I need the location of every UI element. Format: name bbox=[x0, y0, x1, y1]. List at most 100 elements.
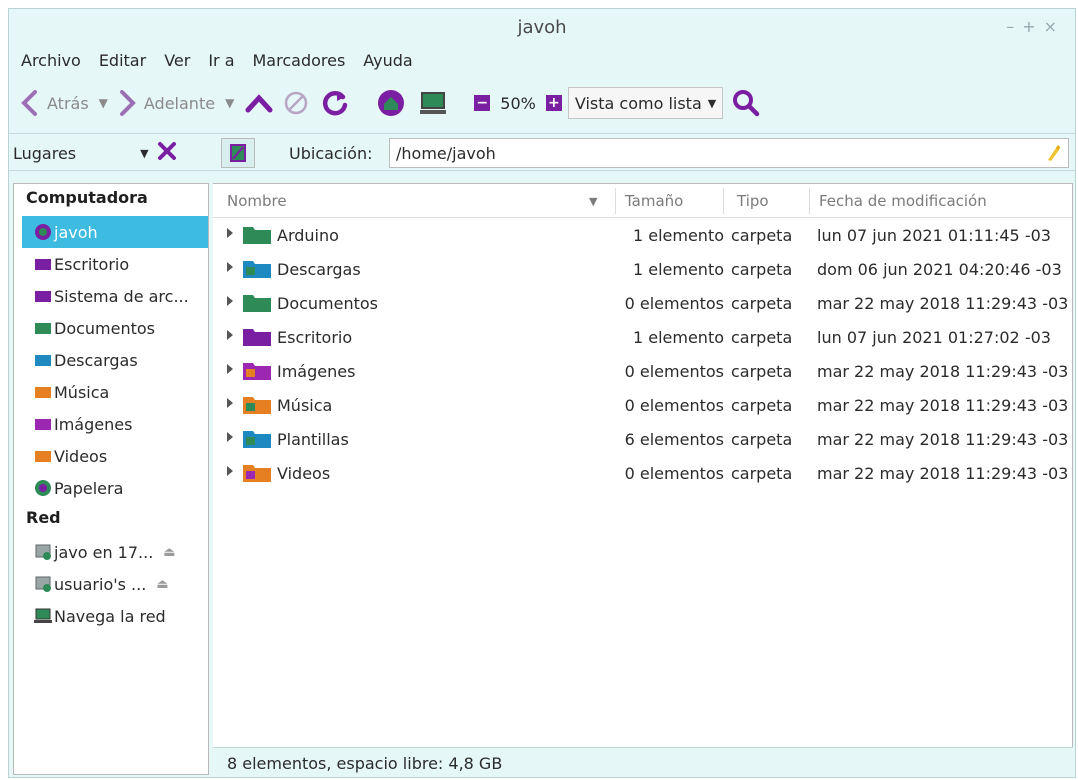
expand-arrow-icon[interactable] bbox=[227, 330, 233, 340]
expand-arrow-icon[interactable] bbox=[227, 398, 233, 408]
sidebar-item-3[interactable]: Documentos bbox=[14, 312, 208, 344]
reload-icon[interactable] bbox=[320, 88, 350, 118]
sidebar-item-label: Imágenes bbox=[54, 414, 133, 434]
expand-arrow-icon[interactable] bbox=[227, 466, 233, 476]
file-date: dom 06 jun 2021 04:20:46 -03 bbox=[817, 260, 1062, 279]
zoom-in-icon[interactable]: + bbox=[545, 95, 562, 111]
folder-icon bbox=[241, 224, 273, 250]
minimize-button[interactable]: – bbox=[1006, 17, 1022, 36]
expand-arrow-icon[interactable] bbox=[227, 228, 233, 238]
table-row[interactable]: Arduino 1 elemento carpeta lun 07 jun 2021 … bbox=[213, 218, 1072, 252]
location-input[interactable] bbox=[389, 138, 1069, 168]
sidebar-item-5[interactable]: Música bbox=[14, 376, 208, 408]
forward-button[interactable]: Adelante bbox=[116, 89, 215, 117]
column-header-type[interactable]: Tipo bbox=[737, 192, 769, 210]
sidebar-item-label: Papelera bbox=[54, 478, 124, 498]
expand-arrow-icon[interactable] bbox=[227, 364, 233, 374]
sidebar-item-label: Descargas bbox=[54, 350, 138, 370]
folder-icon bbox=[241, 326, 273, 352]
menubar: Archivo Editar Ver Ir a Marcadores Ayuda bbox=[21, 51, 431, 75]
column-separator[interactable] bbox=[723, 188, 724, 214]
forward-history-dropdown-icon[interactable]: ▼ bbox=[225, 96, 234, 110]
close-side-pane-icon[interactable] bbox=[157, 141, 177, 165]
sort-indicator-icon: ▼ bbox=[589, 195, 598, 208]
network-share-icon bbox=[34, 543, 52, 561]
desktop-folder-icon bbox=[34, 256, 52, 272]
up-arrow-icon[interactable] bbox=[244, 89, 274, 117]
menu-editar[interactable]: Editar bbox=[99, 51, 146, 75]
menu-ayuda[interactable]: Ayuda bbox=[363, 51, 412, 75]
view-mode-select[interactable]: Vista como lista ▼ bbox=[567, 87, 724, 119]
side-pane-header: Lugares ▼ bbox=[13, 140, 209, 166]
sidebar-network-item-0[interactable]: javo en 17... ⏏ bbox=[14, 536, 208, 568]
back-history-dropdown-icon[interactable]: ▼ bbox=[99, 96, 108, 110]
search-icon[interactable] bbox=[731, 88, 761, 118]
sidebar-item-7[interactable]: Videos bbox=[14, 440, 208, 472]
folder-icon bbox=[241, 360, 273, 386]
file-date: mar 22 may 2018 11:29:43 -03 bbox=[817, 464, 1069, 483]
table-row[interactable]: Música 0 elementos carpeta mar 22 may 2018 … bbox=[213, 388, 1072, 422]
toggle-path-bar-button[interactable] bbox=[221, 138, 255, 168]
file-type: carpeta bbox=[731, 294, 793, 313]
clear-location-icon[interactable] bbox=[1045, 144, 1061, 166]
chevron-down-icon: ▼ bbox=[707, 96, 717, 110]
folder-icon bbox=[241, 292, 273, 318]
folder-icon bbox=[241, 462, 273, 488]
table-row[interactable]: Videos 0 elementos carpeta mar 22 may 2018 … bbox=[213, 456, 1072, 490]
home-icon[interactable] bbox=[376, 88, 406, 118]
network-share-icon bbox=[34, 575, 52, 593]
back-arrow-icon bbox=[19, 89, 41, 117]
sidebar-item-2[interactable]: Sistema de arc... bbox=[14, 280, 208, 312]
menu-archivo[interactable]: Archivo bbox=[21, 51, 81, 75]
expand-arrow-icon[interactable] bbox=[227, 296, 233, 306]
column-header-name[interactable]: Nombre bbox=[227, 192, 287, 210]
stop-icon[interactable] bbox=[282, 89, 310, 117]
folder-icon bbox=[241, 258, 273, 284]
table-row[interactable]: Escritorio 1 elemento carpeta lun 07 jun 20… bbox=[213, 320, 1072, 354]
table-row[interactable]: Plantillas 6 elementos carpeta mar 22 may 2… bbox=[213, 422, 1072, 456]
table-row[interactable]: Descargas 1 elemento carpeta dom 06 jun 202… bbox=[213, 252, 1072, 286]
sidebar-item-label: Navega la red bbox=[54, 606, 166, 626]
expand-arrow-icon[interactable] bbox=[227, 432, 233, 442]
sidebar-network-item-1[interactable]: usuario's ... ⏏ bbox=[14, 568, 208, 600]
file-type: carpeta bbox=[731, 328, 793, 347]
column-header-date[interactable]: Fecha de modificación bbox=[819, 192, 987, 210]
column-separator[interactable] bbox=[615, 188, 616, 214]
file-date: lun 07 jun 2021 01:11:45 -03 bbox=[817, 226, 1051, 245]
menu-ver[interactable]: Ver bbox=[164, 51, 190, 75]
menu-ir-a[interactable]: Ir a bbox=[208, 51, 234, 75]
column-header-size[interactable]: Tamaño bbox=[625, 192, 683, 210]
side-pane-dropdown-icon[interactable]: ▼ bbox=[140, 147, 148, 160]
sidebar-item-0[interactable]: javoh bbox=[22, 216, 208, 248]
pictures-folder-icon bbox=[34, 416, 52, 432]
back-button[interactable]: Atrás bbox=[19, 89, 89, 117]
location-label: Ubicación: bbox=[289, 144, 373, 163]
sidebar-item-label: Sistema de arc... bbox=[54, 286, 189, 306]
maximize-button[interactable]: + bbox=[1022, 17, 1043, 36]
sidebar-item-6[interactable]: Imágenes bbox=[14, 408, 208, 440]
file-size: 0 elementos bbox=[624, 396, 724, 415]
menu-marcadores[interactable]: Marcadores bbox=[253, 51, 346, 75]
sidebar-network-item-2[interactable]: Navega la red bbox=[14, 600, 208, 632]
close-button[interactable]: × bbox=[1044, 17, 1065, 36]
forward-arrow-icon bbox=[116, 89, 138, 117]
sidebar-item-4[interactable]: Descargas bbox=[14, 344, 208, 376]
table-row[interactable]: Documentos 0 elementos carpeta mar 22 may 2… bbox=[213, 286, 1072, 320]
eject-icon[interactable]: ⏏ bbox=[163, 545, 175, 560]
view-mode-value: Vista como lista bbox=[574, 93, 702, 113]
table-row[interactable]: Imágenes 0 elementos carpeta mar 22 may 201… bbox=[213, 354, 1072, 388]
sidebar-item-8[interactable]: Papelera bbox=[14, 472, 208, 504]
computer-icon[interactable] bbox=[418, 89, 448, 117]
zoom-out-icon[interactable]: − bbox=[474, 95, 491, 111]
file-size: 0 elementos bbox=[624, 362, 724, 381]
eject-icon[interactable]: ⏏ bbox=[156, 577, 168, 592]
expand-arrow-icon[interactable] bbox=[227, 262, 233, 272]
downloads-folder-icon bbox=[34, 352, 52, 368]
column-separator[interactable] bbox=[809, 188, 810, 214]
file-type: carpeta bbox=[731, 396, 793, 415]
file-date: mar 22 may 2018 11:29:43 -03 bbox=[817, 294, 1069, 313]
sidebar-item-1[interactable]: Escritorio bbox=[14, 248, 208, 280]
file-type: carpeta bbox=[731, 362, 793, 381]
side-pane-mode-label[interactable]: Lugares bbox=[13, 144, 76, 163]
titlebar[interactable]: javoh –+× bbox=[9, 9, 1075, 45]
